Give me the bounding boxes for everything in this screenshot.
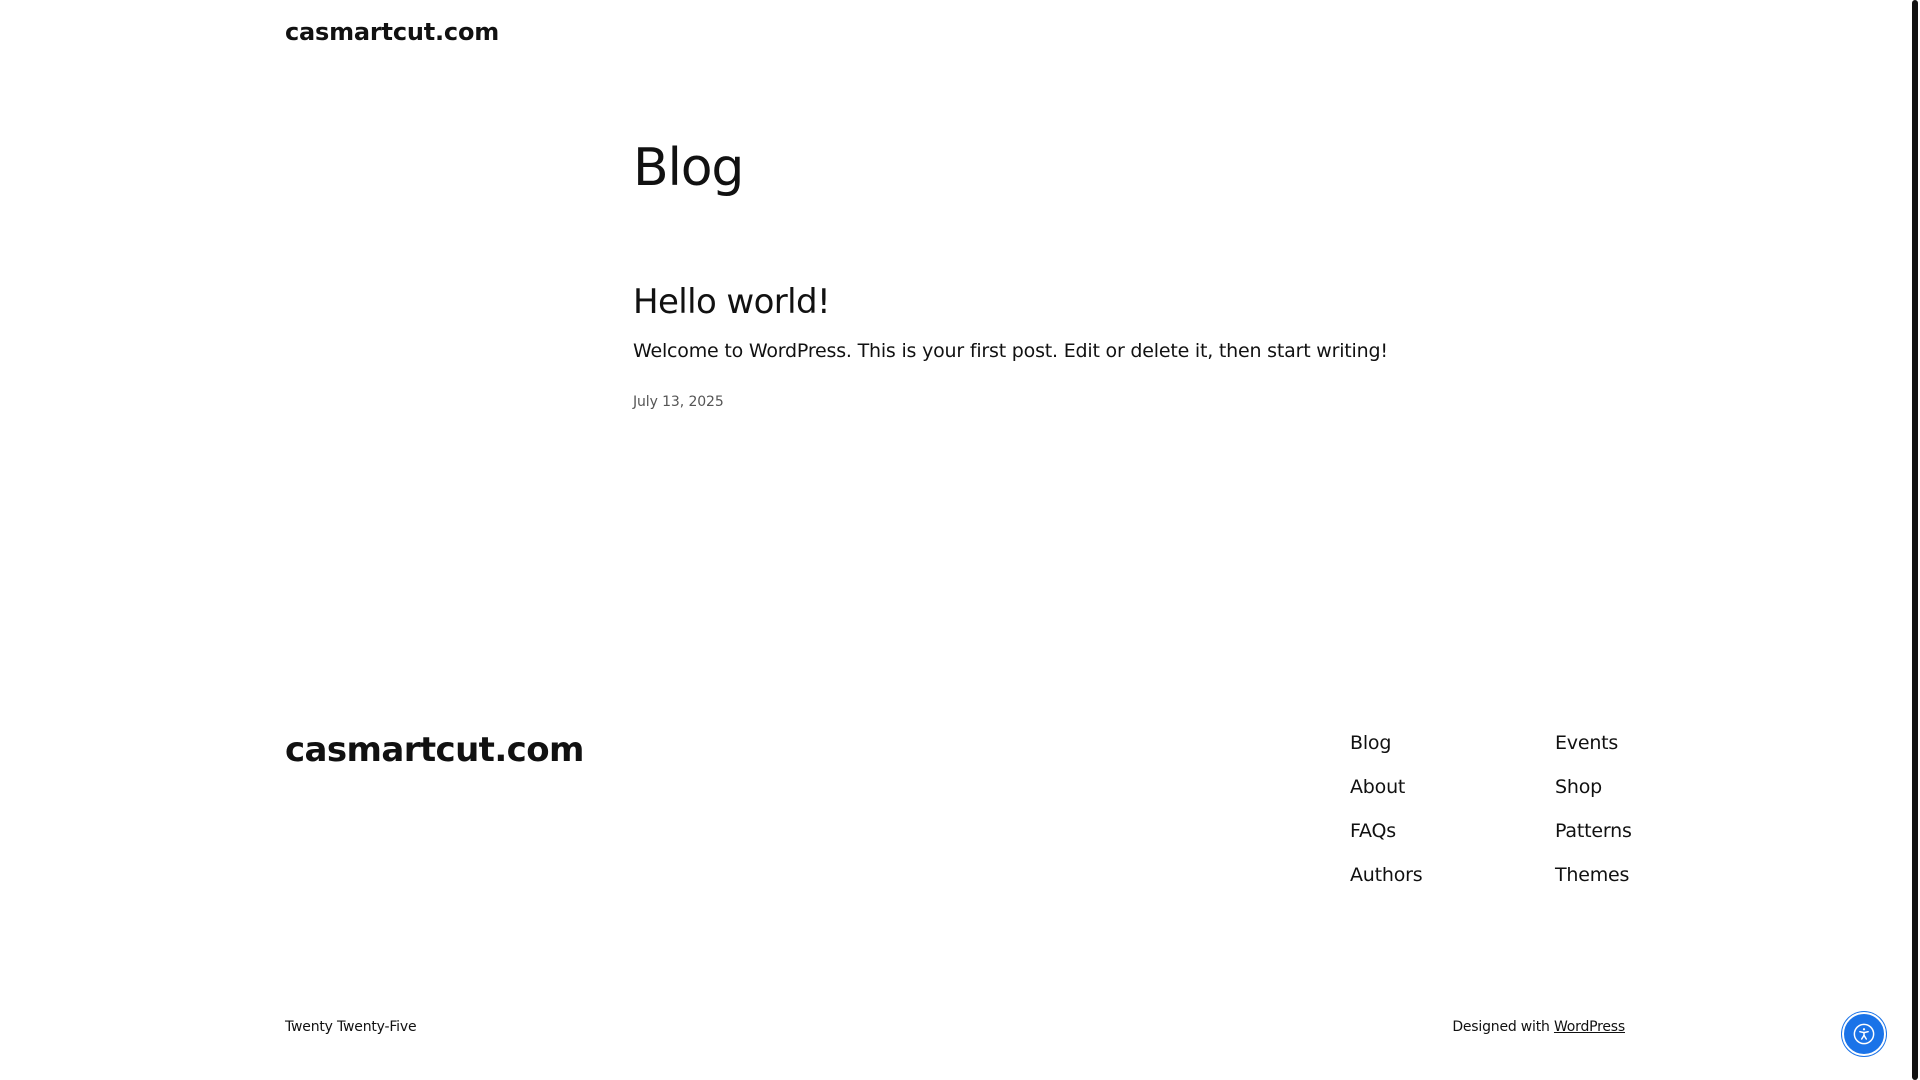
page: casmartcut.com Blog Hello world! Welcome…: [0, 0, 1910, 1080]
post-title-link[interactable]: Hello world!: [633, 282, 831, 322]
page-scrollbar[interactable]: [1910, 0, 1920, 1080]
footer-link-patterns[interactable]: Patterns: [1555, 818, 1632, 844]
footer-link-blog[interactable]: Blog: [1350, 730, 1422, 756]
wordpress-link[interactable]: WordPress: [1554, 1019, 1625, 1035]
scrollbar-thumb[interactable]: [1912, 0, 1918, 1080]
post-date: July 13, 2025: [633, 394, 724, 410]
footer-link-faqs[interactable]: FAQs: [1350, 818, 1422, 844]
footer-link-themes[interactable]: Themes: [1555, 862, 1632, 888]
accessibility-icon: [1853, 1023, 1875, 1045]
post-title: Hello world!: [633, 280, 831, 324]
footer-nav-column-1: Blog About FAQs Authors: [1350, 730, 1423, 888]
footer-nav-column-2: Events Shop Patterns Themes: [1555, 730, 1632, 888]
post-excerpt: Welcome to WordPress. This is your first…: [633, 340, 1388, 362]
page-title: Blog: [633, 138, 744, 198]
footer-link-shop[interactable]: Shop: [1555, 774, 1632, 800]
designed-with-credit: Designed with WordPress: [1452, 1019, 1625, 1035]
footer-link-authors[interactable]: Authors: [1350, 862, 1423, 888]
site-title-link[interactable]: casmartcut.com: [285, 18, 499, 46]
designed-with-text: Designed with: [1452, 1019, 1550, 1035]
footer-site-title-link[interactable]: casmartcut.com: [285, 728, 584, 772]
theme-credit: Twenty Twenty-Five: [285, 1019, 417, 1035]
footer-link-about[interactable]: About: [1350, 774, 1422, 800]
accessibility-widget-button[interactable]: [1842, 1012, 1886, 1056]
browser-viewport: casmartcut.com Blog Hello world! Welcome…: [0, 0, 1920, 1080]
footer-link-events[interactable]: Events: [1555, 730, 1632, 756]
